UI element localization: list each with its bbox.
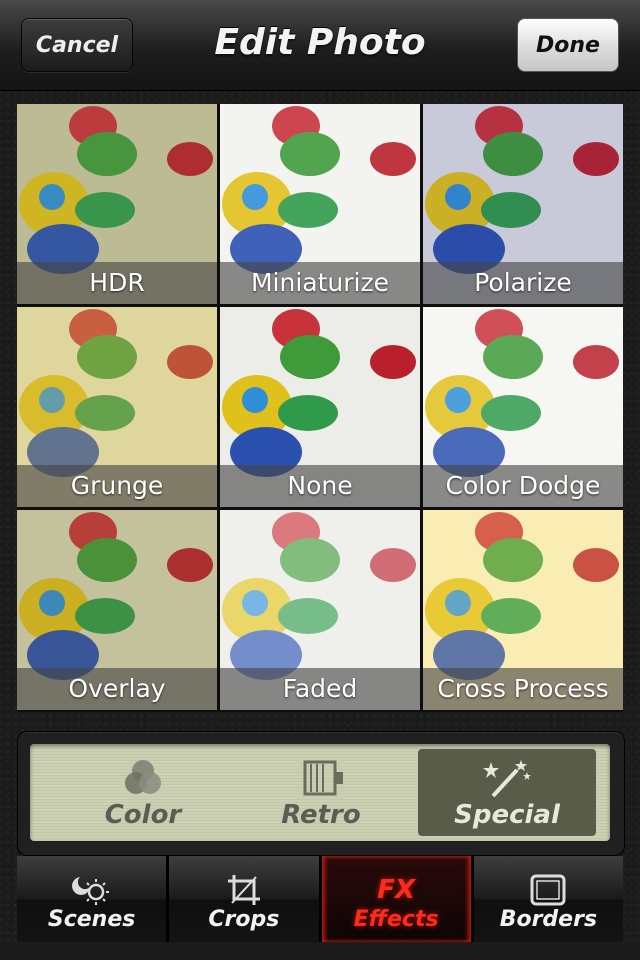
magic-wand-icon xyxy=(477,758,537,798)
tab-label: Borders xyxy=(499,907,598,932)
tab-label: Crops xyxy=(208,907,280,932)
effects-grid: HDR Miniaturize Polarize Grunge None Col… xyxy=(17,104,623,712)
tab-label: Scenes xyxy=(47,907,136,932)
tab-scenes[interactable]: Scenes xyxy=(17,856,167,942)
frame-icon xyxy=(528,873,568,907)
category-retro[interactable]: Retro xyxy=(232,749,410,836)
effect-thumbnail-polarize[interactable]: Polarize xyxy=(423,104,623,304)
effect-category-panel: Color Retro Special xyxy=(17,731,625,856)
effect-label: Color Dodge xyxy=(423,465,623,507)
effect-thumbnail-miniaturize[interactable]: Miniaturize xyxy=(220,104,420,304)
effect-label: Faded xyxy=(220,668,420,710)
effect-label: None xyxy=(220,465,420,507)
effect-thumbnail-overlay[interactable]: Overlay xyxy=(17,510,217,710)
tab-label: Effects xyxy=(353,907,439,932)
effect-thumbnail-faded[interactable]: Faded xyxy=(220,510,420,710)
category-special[interactable]: Special xyxy=(418,749,596,836)
bottom-strip xyxy=(0,944,640,960)
fx-icon-text: FX xyxy=(377,875,416,905)
effect-label: Overlay xyxy=(17,668,217,710)
category-label: Retro xyxy=(281,800,361,830)
fx-icon: FX xyxy=(376,873,416,907)
effect-thumbnail-none[interactable]: None xyxy=(220,307,420,507)
effect-label: Miniaturize xyxy=(220,262,420,304)
category-label: Color xyxy=(104,800,182,830)
effect-label: Polarize xyxy=(423,262,623,304)
sun-moon-icon xyxy=(71,873,112,907)
tab-borders[interactable]: Borders xyxy=(473,856,623,942)
nav-bar: Cancel Edit Photo Done xyxy=(0,0,640,91)
tab-crops[interactable]: Crops xyxy=(169,856,319,942)
effect-thumbnail-cross-process[interactable]: Cross Process xyxy=(423,510,623,710)
done-button[interactable]: Done xyxy=(517,18,619,72)
effect-label: HDR xyxy=(17,262,217,304)
effect-thumbnail-color-dodge[interactable]: Color Dodge xyxy=(423,307,623,507)
effect-label: Cross Process xyxy=(423,668,623,710)
effect-thumbnail-grunge[interactable]: Grunge xyxy=(17,307,217,507)
effect-label: Grunge xyxy=(17,465,217,507)
retro-camera-icon xyxy=(291,758,351,798)
effect-thumbnail-hdr[interactable]: HDR xyxy=(17,104,217,304)
category-label: Special xyxy=(454,800,560,830)
category-segmented-control: Color Retro Special xyxy=(30,744,610,841)
crop-icon xyxy=(224,873,264,907)
color-circles-icon xyxy=(113,758,173,798)
category-color[interactable]: Color xyxy=(54,749,232,836)
tab-effects[interactable]: FX Effects xyxy=(321,856,471,942)
tool-tab-bar: Scenes Crops FX Effects Borders xyxy=(17,856,623,942)
